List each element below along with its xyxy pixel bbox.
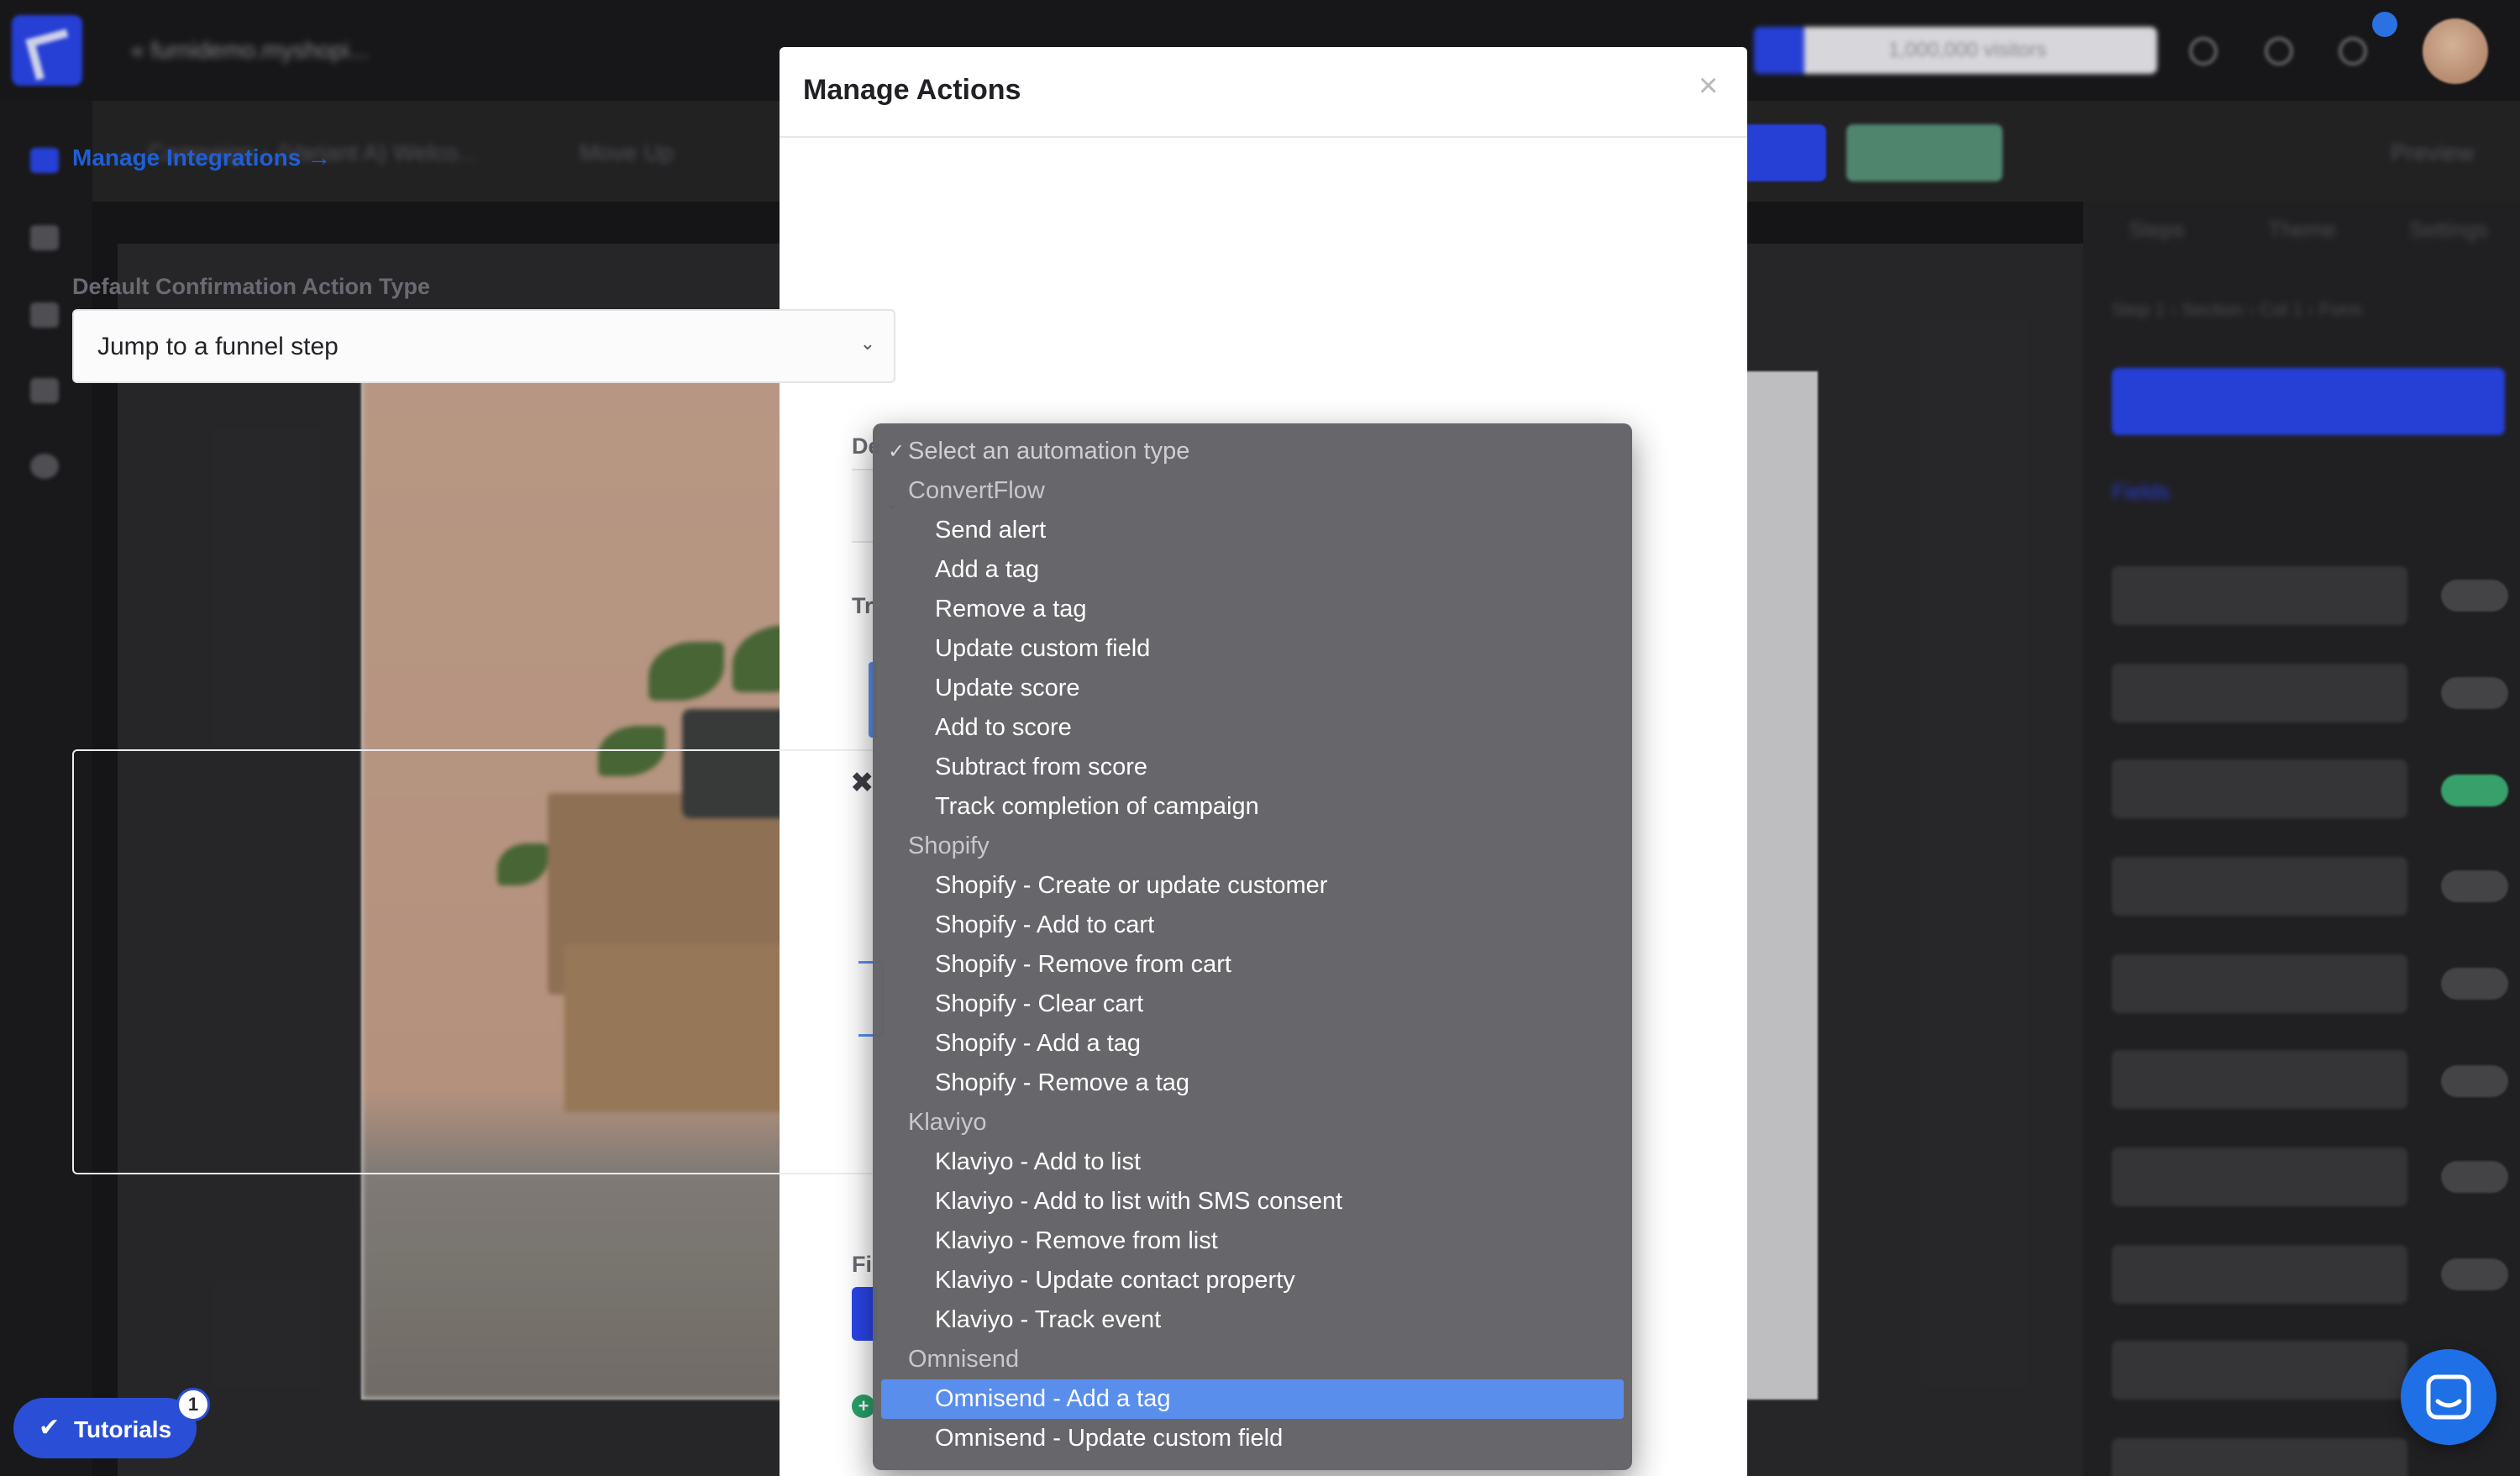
- checkmark-icon: ✓: [888, 440, 906, 463]
- option-group-shopify: Shopify: [908, 833, 990, 859]
- dropdown-option[interactable]: Klaviyo - Track event: [881, 1300, 1624, 1340]
- dropdown-option[interactable]: Update custom field: [881, 629, 1624, 669]
- dropdown-option[interactable]: Shopify - Add a tag: [881, 1024, 1624, 1064]
- dropdown-option[interactable]: Shopify - Create or update customer: [881, 866, 1624, 906]
- partial-label: Fi: [852, 1252, 872, 1277]
- tutorials-badge: 1: [176, 1388, 210, 1421]
- dropdown-option[interactable]: Omnisend - Update custom field: [881, 1419, 1624, 1458]
- dropdown-option-placeholder[interactable]: ✓ Select an automation type: [881, 432, 1624, 471]
- option-group-klaviyo: Klaviyo: [908, 1109, 987, 1136]
- add-icon[interactable]: +: [852, 1395, 875, 1418]
- dropdown-option[interactable]: Send alert: [881, 511, 1624, 550]
- automation-type-dropdown[interactable]: ✓ Select an automation type ConvertFlow …: [873, 423, 1632, 1470]
- modal-header: Manage Actions ×: [780, 47, 1747, 138]
- dropdown-option-selected[interactable]: Omnisend - Add a tag: [881, 1379, 1624, 1419]
- dropdown-option[interactable]: Klaviyo - Update contact property: [881, 1261, 1624, 1300]
- partial-label: Tr: [852, 593, 874, 618]
- dropdown-option[interactable]: Klaviyo - Add to list: [881, 1142, 1624, 1182]
- action-card: [72, 749, 895, 1174]
- dropdown-option[interactable]: Subtract from score: [881, 748, 1624, 787]
- dropdown-option[interactable]: Update score: [881, 669, 1624, 708]
- manage-integrations-link[interactable]: Manage Integrations →: [72, 144, 331, 171]
- dropdown-option[interactable]: Add to score: [881, 708, 1624, 748]
- dropdown-option[interactable]: Add a tag: [881, 550, 1624, 590]
- checkmark-icon: ✔: [39, 1414, 60, 1442]
- chat-launcher-button[interactable]: [2401, 1349, 2496, 1445]
- close-icon[interactable]: ×: [1698, 69, 1718, 102]
- dropdown-option[interactable]: Shopify - Add to cart: [881, 906, 1624, 945]
- default-confirmation-label: Default Confirmation Action Type: [72, 274, 431, 299]
- dropdown-option[interactable]: Shopify - Remove a tag: [881, 1064, 1624, 1103]
- chevron-down-icon: ⌄: [859, 333, 875, 354]
- option-group-convertflow: ConvertFlow: [908, 477, 1045, 504]
- remove-action-icon[interactable]: ✖: [850, 766, 874, 800]
- modal-title: Manage Actions: [803, 74, 1021, 106]
- dropdown-option[interactable]: Shopify - Remove from cart: [881, 945, 1624, 985]
- option-group-omnisend: Omnisend: [908, 1346, 1020, 1373]
- dropdown-option[interactable]: Track completion of campaign: [881, 787, 1624, 827]
- default-confirmation-select[interactable]: Jump to a funnel step ⌄: [72, 309, 895, 383]
- tutorials-label: Tutorials: [74, 1416, 172, 1442]
- default-confirmation-value: Jump to a funnel step: [97, 333, 339, 360]
- dropdown-option[interactable]: Klaviyo - Remove from list: [881, 1221, 1624, 1261]
- tutorials-button[interactable]: ✔ Tutorials: [13, 1398, 197, 1458]
- dropdown-option[interactable]: Klaviyo - Add to list with SMS consent: [881, 1182, 1624, 1221]
- dropdown-option[interactable]: Remove a tag: [881, 590, 1624, 629]
- dropdown-option[interactable]: Shopify - Clear cart: [881, 985, 1624, 1024]
- chat-icon: [2426, 1374, 2471, 1420]
